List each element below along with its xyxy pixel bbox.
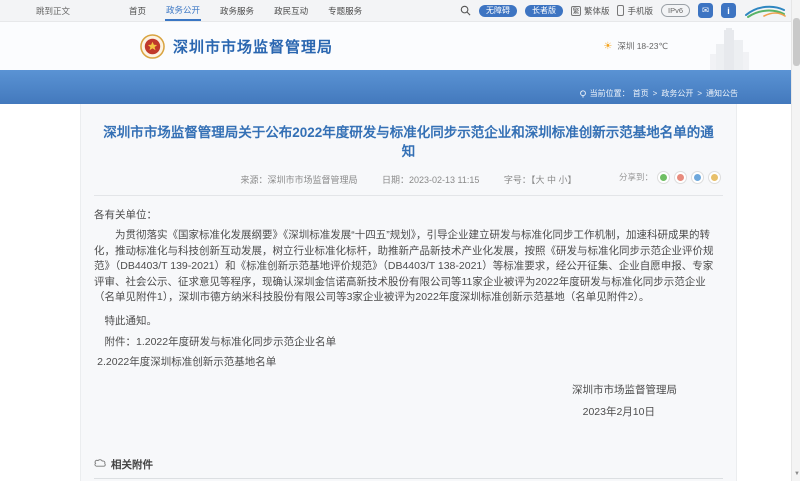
- top-utility-bar: 跳到正文 首页 政务公开 政务服务 政民互动 专题服务 无障碍 长者版 繁 繁体…: [0, 0, 800, 22]
- nav-item-home[interactable]: 首页: [128, 1, 147, 20]
- attachment-list-line-2: 2.2022年度深圳标准创新示范基地名单: [97, 356, 277, 369]
- breadcrumb: 当前位置： 首页 > 政务公开 > 通知公告: [579, 88, 738, 99]
- attachment-folder-icon: [94, 459, 106, 467]
- primary-nav: 首页 政务公开 政务服务 政民互动 专题服务: [128, 0, 363, 21]
- article-card: 深圳市市场监督管理局关于公布2022年度研发与标准化同步示范企业和深圳标准创新示…: [80, 104, 737, 481]
- skip-to-content-link[interactable]: 跳到正文: [36, 5, 70, 17]
- article-meta: 来源：深圳市市场监督管理局 日期：2023-02-13 11:15 字号：【大 …: [94, 170, 723, 196]
- senior-version-button[interactable]: 长者版: [524, 4, 563, 17]
- attachments-divider: [94, 477, 723, 479]
- location-pin-icon: [579, 89, 586, 98]
- ipv6-badge[interactable]: IPv6: [660, 4, 690, 17]
- weibo-share-icon[interactable]: [674, 170, 687, 184]
- blue-banner: 当前位置： 首页 > 政务公开 > 通知公告: [0, 70, 800, 104]
- page-scrollbar[interactable]: ▼: [791, 0, 800, 481]
- weather-text: 深圳 18-23℃: [617, 41, 668, 51]
- weather-widget: ☀ 深圳 18-23℃: [603, 40, 668, 52]
- meta-fontsize: 字号：【大 中 小】: [504, 175, 577, 185]
- topbar-tools: 无障碍 长者版 繁 繁体版 手机版 IPv6 ✉ i: [460, 3, 786, 19]
- breadcrumb-current[interactable]: 通知公告: [706, 88, 738, 99]
- fontsize-suffix: 】: [567, 174, 577, 185]
- signature-block: 深圳市市场监督管理局 2023年2月10日: [94, 383, 723, 421]
- fontsize-prefix: 字号：【: [503, 174, 536, 185]
- search-icon[interactable]: [460, 5, 471, 16]
- share-bar: 分享到：: [618, 170, 721, 184]
- breadcrumb-separator: >: [697, 89, 702, 98]
- article-body: 各有关单位： 为贯彻落实《国家标准化发展纲要》《深圳标准发展“十四五”规划》，引…: [94, 196, 723, 421]
- meta-date: 日期：2023-02-13 11:15: [382, 174, 480, 185]
- sun-weather-icon: ☀: [603, 40, 613, 52]
- nav-item-gov-disclosure[interactable]: 政务公开: [165, 0, 202, 21]
- agency-emblem-icon: [140, 33, 165, 59]
- traditional-chinese-link[interactable]: 繁 繁体版: [570, 5, 610, 17]
- attachment-list-line-1: 附件：1.2022年度研发与标准化同步示范企业名单: [104, 335, 337, 348]
- city-brand-logo: [745, 5, 786, 18]
- notice-line: 特此通知。: [104, 314, 158, 327]
- nav-item-public-interaction[interactable]: 政民互动: [273, 1, 309, 20]
- related-attachments: 相关附件 附件1.2022年度研发与标准化同步示范企业名单.doc 附件2.20…: [94, 457, 723, 481]
- attachments-title: 相关附件: [111, 458, 153, 471]
- nav-item-special-services[interactable]: 专题服务: [327, 1, 363, 20]
- nav-item-gov-services[interactable]: 政务服务: [219, 1, 255, 20]
- attachments-header: 相关附件: [94, 457, 723, 472]
- fontsize-small-button[interactable]: 小: [559, 175, 568, 185]
- info-app-icon[interactable]: i: [721, 3, 736, 18]
- share-label: 分享到：: [618, 172, 653, 183]
- qq-share-icon[interactable]: [691, 170, 704, 184]
- breadcrumb-label: 当前位置：: [589, 89, 630, 98]
- signature-agency: 深圳市市场监督管理局: [572, 383, 677, 396]
- site-masthead: 深圳市市场监督管理局 ☀ 深圳 18-23℃: [0, 22, 800, 70]
- building-silhouette: [710, 28, 749, 70]
- article-title: 深圳市市场监督管理局关于公布2022年度研发与标准化同步示范企业和深圳标准创新示…: [103, 125, 714, 159]
- salutation: 各有关单位：: [94, 208, 157, 221]
- wechat-share-icon[interactable]: [657, 170, 670, 184]
- breadcrumb-home[interactable]: 首页: [633, 88, 649, 99]
- mailbox-app-icon[interactable]: ✉: [698, 3, 713, 18]
- site-name: 深圳市市场监督管理局: [173, 38, 334, 56]
- breadcrumb-section[interactable]: 政务公开: [661, 88, 693, 99]
- accessibility-button[interactable]: 无障碍: [478, 4, 517, 17]
- meta-source: 来源：深圳市市场监督管理局: [240, 174, 358, 185]
- scrollbar-down-arrow[interactable]: ▼: [794, 471, 800, 477]
- breadcrumb-separator: >: [652, 89, 658, 98]
- mobile-version-label: 手机版: [627, 5, 653, 16]
- scrollbar-thumb[interactable]: [793, 18, 800, 66]
- main-paragraph: 为贯彻落实《国家标准化发展纲要》《深圳标准发展“十四五”规划》，引导企业建立研发…: [94, 229, 714, 304]
- fontsize-large-button[interactable]: 大: [535, 175, 544, 185]
- traditional-chinese-label: 繁体版: [583, 5, 610, 16]
- more-share-icon[interactable]: [708, 170, 721, 184]
- mobile-version-link[interactable]: 手机版: [617, 5, 653, 17]
- signature-date: 2023年2月10日: [582, 406, 655, 419]
- site-brand[interactable]: 深圳市市场监督管理局: [140, 33, 334, 59]
- fontsize-medium-button[interactable]: 中: [547, 175, 556, 185]
- mobile-phone-icon: [617, 5, 625, 16]
- traditional-chinese-icon: 繁: [570, 5, 581, 16]
